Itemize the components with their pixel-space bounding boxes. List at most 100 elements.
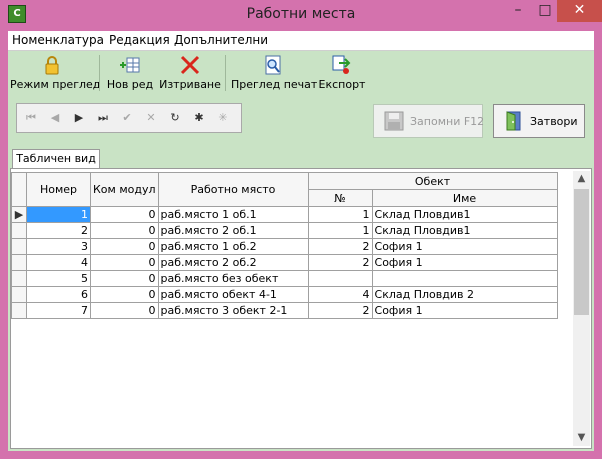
row-indicator	[11, 254, 27, 271]
vertical-scrollbar[interactable]: ▲ ▼	[573, 171, 590, 446]
floppy-disk-icon	[384, 111, 404, 131]
menu-bar: Номенклатура Редакция Допълнителни	[8, 31, 594, 51]
column-header-workplace[interactable]: Работно място	[157, 172, 309, 207]
view-mode-label: Режим преглед	[10, 78, 101, 91]
new-row-button[interactable]: Нов ред	[105, 53, 155, 93]
tab-table-view[interactable]: Табличен вид	[12, 149, 100, 169]
row-indicator	[11, 286, 27, 303]
cell-workplace[interactable]: раб.място 3 обект 2-1	[157, 302, 309, 319]
prior-record-button[interactable]: ◀	[43, 107, 67, 129]
table-row[interactable]: 4 0 раб.място 2 об.2 2 София 1	[11, 254, 558, 271]
table-row[interactable]: 2 0 раб.място 2 об.1 1 Склад Пловдив1	[11, 222, 558, 239]
cell-object-name[interactable]: Склад Пловдив1	[371, 222, 558, 239]
toolbar-separator	[225, 55, 226, 91]
column-header-number[interactable]: Номер	[26, 172, 91, 207]
record-navigator: ⏮ ◀ ▶ ⏭ ✔ ✕ ↻ ✱ ✳	[16, 103, 242, 133]
close-button[interactable]: Затвори	[493, 104, 585, 138]
maximize-button[interactable]: □	[532, 0, 558, 22]
cell-number[interactable]: 2	[26, 222, 91, 239]
cell-number[interactable]: 5	[26, 270, 91, 287]
table-row[interactable]: 3 0 раб.място 1 об.2 2 София 1	[11, 238, 558, 255]
cancel-edit-button[interactable]: ✕	[139, 107, 163, 129]
scrollbar-thumb[interactable]	[574, 189, 589, 315]
menu-additional[interactable]: Допълнителни	[174, 33, 268, 47]
column-header-com-module[interactable]: Ком модул	[90, 172, 159, 207]
cell-object-no[interactable]: 4	[307, 286, 373, 303]
export-icon	[332, 55, 351, 74]
close-window-button[interactable]: ✕	[557, 0, 602, 22]
cell-com-module[interactable]: 0	[90, 270, 159, 287]
delete-record-button[interactable]: ✳	[211, 107, 235, 129]
cell-object-no[interactable]: 2	[307, 238, 373, 255]
cell-workplace[interactable]: раб.място 1 об.2	[157, 238, 309, 255]
save-label: Запомни F12	[410, 115, 485, 128]
table-row[interactable]: ▶ 1 0 раб.място 1 об.1 1 Склад Пловдив1	[11, 206, 558, 223]
cell-number[interactable]: 6	[26, 286, 91, 303]
cell-com-module[interactable]: 0	[90, 238, 159, 255]
cell-number[interactable]: 1	[26, 206, 91, 223]
app-window: C Работни места – □ ✕ Номенклатура Редак…	[0, 0, 602, 459]
cell-object-name[interactable]: София 1	[371, 254, 558, 271]
current-row-indicator-icon: ▶	[11, 206, 27, 223]
exit-door-icon	[506, 111, 521, 131]
cell-com-module[interactable]: 0	[90, 302, 159, 319]
save-button[interactable]: Запомни F12	[373, 104, 485, 138]
menu-edit[interactable]: Редакция	[109, 33, 170, 47]
new-row-icon	[120, 57, 140, 73]
view-mode-button[interactable]: Режим преглед	[10, 53, 101, 93]
cell-workplace[interactable]: раб.място 1 об.1	[157, 206, 309, 223]
cell-com-module[interactable]: 0	[90, 206, 159, 223]
cell-com-module[interactable]: 0	[90, 254, 159, 271]
table-row[interactable]: 6 0 раб.място обект 4-1 4 Склад Пловдив …	[11, 286, 558, 303]
export-button[interactable]: Експорт	[317, 53, 367, 93]
table-row[interactable]: 5 0 раб.място без обект	[11, 270, 558, 287]
title-bar[interactable]: C Работни места – □ ✕	[0, 0, 602, 31]
cell-object-no[interactable]: 1	[307, 222, 373, 239]
cell-workplace[interactable]: раб.място обект 4-1	[157, 286, 309, 303]
column-header-object-name[interactable]: Име	[371, 189, 558, 207]
menu-nomenclature[interactable]: Номенклатура	[12, 33, 104, 47]
cell-number[interactable]: 4	[26, 254, 91, 271]
cell-com-module[interactable]: 0	[90, 286, 159, 303]
cell-workplace[interactable]: раб.място 2 об.1	[157, 222, 309, 239]
cell-object-name[interactable]: София 1	[371, 238, 558, 255]
lock-icon	[45, 56, 59, 75]
first-record-button[interactable]: ⏮	[19, 107, 43, 129]
post-button[interactable]: ✔	[115, 107, 139, 129]
delete-button[interactable]: Изтриване	[159, 53, 221, 93]
column-group-header-object: Обект	[307, 172, 558, 190]
data-grid: Номер Ком модул Работно място Обект № Им…	[10, 168, 592, 449]
row-indicator	[11, 222, 27, 239]
scroll-up-icon[interactable]: ▲	[573, 171, 590, 187]
delete-x-icon	[180, 55, 200, 75]
export-label: Експорт	[318, 78, 366, 91]
cell-object-name[interactable]: Склад Пловдив1	[371, 206, 558, 223]
print-preview-label: Преглед печат	[231, 78, 318, 91]
cell-object-name[interactable]: София 1	[371, 302, 558, 319]
refresh-button[interactable]: ↻	[163, 107, 187, 129]
cell-workplace[interactable]: раб.място без обект	[157, 270, 309, 287]
cell-object-name[interactable]	[371, 270, 558, 287]
cell-object-no[interactable]	[307, 270, 373, 287]
row-indicator	[11, 302, 27, 319]
next-record-button[interactable]: ▶	[67, 107, 91, 129]
row-indicator	[11, 270, 27, 287]
cell-number[interactable]: 7	[26, 302, 91, 319]
table-row[interactable]: 7 0 раб.място 3 обект 2-1 2 София 1	[11, 302, 558, 319]
column-header-object-no[interactable]: №	[307, 189, 373, 207]
cell-object-no[interactable]: 2	[307, 254, 373, 271]
client-area: Номенклатура Редакция Допълнителни Режим…	[8, 31, 594, 451]
cell-workplace[interactable]: раб.място 2 об.2	[157, 254, 309, 271]
cell-object-name[interactable]: Склад Пловдив 2	[371, 286, 558, 303]
cell-object-no[interactable]: 2	[307, 302, 373, 319]
last-record-button[interactable]: ⏭	[91, 107, 115, 129]
cell-com-module[interactable]: 0	[90, 222, 159, 239]
cell-object-no[interactable]: 1	[307, 206, 373, 223]
cell-number[interactable]: 3	[26, 238, 91, 255]
scroll-down-icon[interactable]: ▼	[573, 430, 590, 446]
insert-record-button[interactable]: ✱	[187, 107, 211, 129]
row-indicator	[11, 238, 27, 255]
minimize-button[interactable]: –	[505, 0, 531, 22]
print-preview-button[interactable]: Преглед печат	[231, 53, 318, 93]
print-preview-icon	[265, 55, 281, 75]
